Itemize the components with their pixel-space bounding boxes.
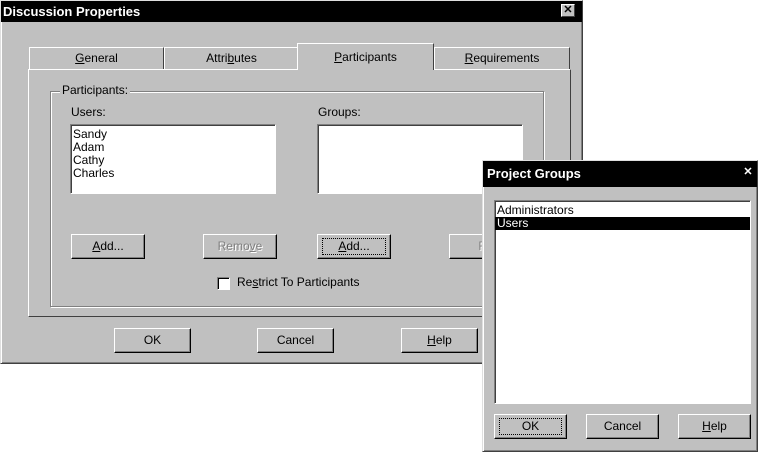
- list-item[interactable]: Charles: [71, 167, 275, 180]
- project-groups-listbox[interactable]: Administrators Users: [494, 200, 751, 404]
- restrict-label[interactable]: Restrict To Participants: [237, 275, 360, 289]
- close-button[interactable]: ✕: [741, 167, 755, 180]
- project-groups-dialog: Project Groups ✕ Administrators Users OK…: [482, 160, 758, 452]
- title-bar[interactable]: Discussion Properties ✕: [1, 1, 582, 22]
- ok-button[interactable]: OK: [114, 328, 191, 353]
- close-icon: ✕: [563, 4, 573, 16]
- help-button[interactable]: Help: [401, 328, 478, 353]
- groups-label: Groups:: [318, 105, 361, 119]
- help-button[interactable]: Help: [678, 414, 751, 439]
- title-bar[interactable]: Project Groups ✕: [483, 161, 757, 187]
- ok-button[interactable]: OK: [494, 414, 567, 439]
- list-item-selected[interactable]: Users: [495, 217, 750, 230]
- cancel-button[interactable]: Cancel: [257, 328, 334, 353]
- tab-general[interactable]: General: [29, 47, 164, 69]
- users-add-button[interactable]: Add...: [71, 234, 145, 259]
- groups-add-button[interactable]: Add...: [317, 234, 391, 259]
- cancel-button[interactable]: Cancel: [586, 414, 659, 439]
- list-item[interactable]: Administrators: [495, 204, 750, 217]
- close-icon: ✕: [743, 166, 753, 178]
- participants-group-label: Participants:: [60, 83, 131, 97]
- users-label: Users:: [71, 105, 106, 119]
- users-listbox[interactable]: Sandy Adam Cathy Charles: [70, 124, 276, 194]
- tab-attributes[interactable]: Attributes: [164, 47, 299, 69]
- dialog-title: Discussion Properties: [3, 4, 141, 19]
- tab-requirements[interactable]: Requirements: [434, 47, 570, 69]
- close-button[interactable]: ✕: [561, 4, 575, 17]
- users-remove-button[interactable]: Remove: [203, 234, 277, 259]
- dialog-title: Project Groups: [487, 166, 581, 181]
- restrict-checkbox[interactable]: [217, 277, 230, 290]
- tab-participants[interactable]: Participants: [297, 43, 434, 70]
